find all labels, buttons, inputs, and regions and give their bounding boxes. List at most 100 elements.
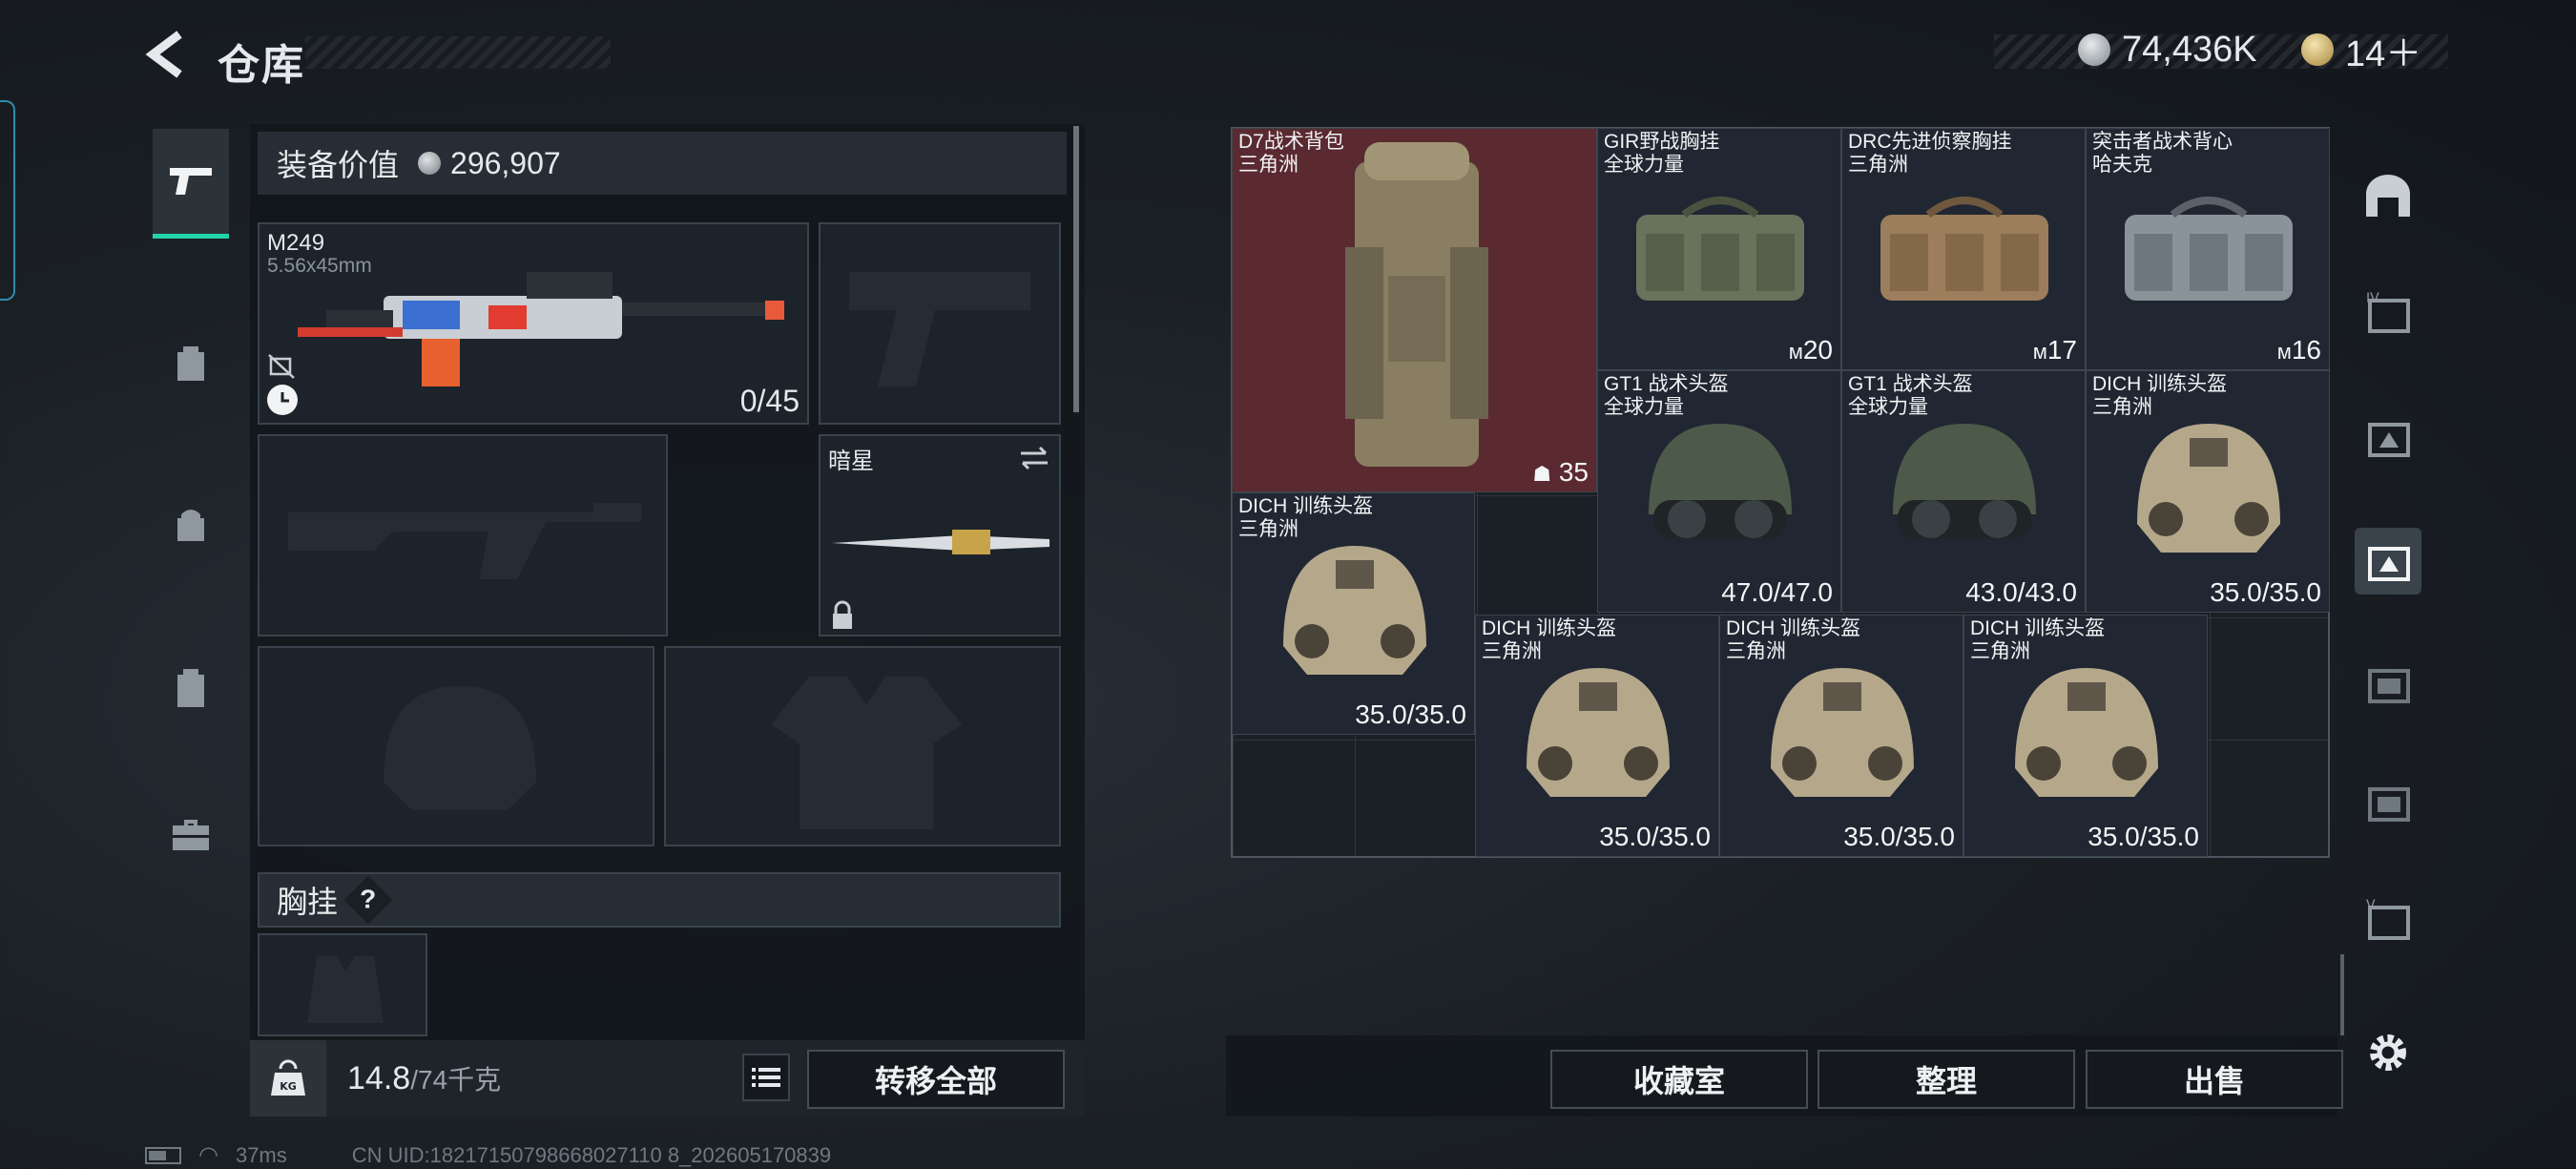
grid-item-helmet-dich[interactable]: DICH 训练头盔 三角洲 35.0/35.0 xyxy=(1475,615,1719,857)
chest-rig-label: 胸挂 xyxy=(277,885,339,919)
primary-weapon-slot[interactable]: M249 5.56x45mm 0/45 xyxy=(258,222,809,425)
rig-icon: ᴍ xyxy=(2032,340,2047,364)
person-icon: ☗ xyxy=(1532,462,1552,486)
helmet-image xyxy=(1649,424,1792,538)
tab-stash-extra[interactable] xyxy=(2355,768,2421,835)
stash-page-4-icon: IV xyxy=(2366,291,2410,333)
help-icon[interactable]: ? xyxy=(343,875,393,925)
weight-current: 14.8 xyxy=(347,1060,411,1096)
item-value: ☗ 35 xyxy=(1532,457,1589,487)
pistol-icon xyxy=(170,168,212,195)
armor-silhouette-icon xyxy=(771,677,962,829)
lock-icon xyxy=(833,600,852,629)
weapon-ammo: 0/45 xyxy=(739,384,800,418)
no-scope-icon xyxy=(267,353,296,385)
helmet-image xyxy=(2137,424,2280,553)
helmet-image xyxy=(1283,546,1426,675)
grid-item-helmet-dich[interactable]: DICH 训练头盔 三角洲 35.0/35.0 xyxy=(1963,615,2208,857)
silver-coin-icon xyxy=(2078,33,2110,66)
collection-room-button[interactable]: 收藏室 xyxy=(1550,1050,1808,1109)
item-durability: 35.0/35.0 xyxy=(1843,822,1955,851)
tab-stash-4[interactable]: IV xyxy=(2355,280,2421,346)
rig-silhouette-icon xyxy=(307,956,384,1023)
rig-image xyxy=(1636,197,1804,301)
wifi-icon: ◠ xyxy=(198,1142,218,1168)
svg-text:V: V xyxy=(2366,898,2376,913)
stash-page-5-icon: V xyxy=(2366,898,2410,940)
equipment-value-label: 装备价值 xyxy=(277,148,400,182)
settings-button[interactable] xyxy=(2364,1029,2412,1076)
grid-item-helmet-dich[interactable]: DICH 训练头盔 三角洲 35.0/35.0 xyxy=(2086,370,2330,613)
weight-kg-icon: KG xyxy=(250,1040,326,1117)
item-durability: 35.0/35.0 xyxy=(2210,577,2321,607)
equipment-value-header: 装备价值 296,907 xyxy=(258,132,1067,195)
tab-stash-2[interactable] xyxy=(2355,528,2421,595)
item-durability: 43.0/43.0 xyxy=(1965,577,2077,607)
tab-stash-3[interactable] xyxy=(2355,404,2421,470)
chest-rig-slot[interactable] xyxy=(258,933,427,1036)
equipment-value: 296,907 xyxy=(450,145,561,180)
tab-stash-all[interactable] xyxy=(2355,163,2421,230)
stash-icon xyxy=(2366,175,2410,217)
armor-slot[interactable] xyxy=(664,646,1061,846)
list-view-button[interactable] xyxy=(742,1054,790,1101)
melee-name: 暗星 xyxy=(828,449,874,474)
rig-icon: ᴍ xyxy=(1788,340,1803,364)
sort-button[interactable]: 整理 xyxy=(1818,1050,2075,1109)
grid-item-helmet-dich[interactable]: DICH 训练头盔 三角洲 35.0/35.0 xyxy=(1232,492,1475,735)
tab-stash-5[interactable]: V xyxy=(2355,887,2421,953)
bag-icon xyxy=(177,510,204,541)
grid-item-backpack[interactable]: D7战术背包 三角洲 ☗ 35 xyxy=(1232,128,1597,492)
grid-item-helmet-gt1[interactable]: GT1 战术头盔 全球力量 43.0/43.0 xyxy=(1841,370,2086,613)
pistol-slot[interactable] xyxy=(819,222,1061,425)
secondary-weapon-slot[interactable] xyxy=(258,434,668,637)
silver-amount: 74,436K xyxy=(2122,29,2257,70)
backpack-image xyxy=(1345,142,1488,467)
stash-page-extra-icon xyxy=(2368,787,2410,822)
gold-amount: 14＋ xyxy=(2345,33,2422,74)
item-name: GIR野战胸挂 全球力量 xyxy=(1604,131,1720,176)
briefcase-icon xyxy=(173,820,209,850)
tab-vest[interactable] xyxy=(153,635,229,740)
sell-button[interactable]: 出售 xyxy=(2086,1050,2343,1109)
gold-coin-icon xyxy=(2301,33,2334,66)
grid-item-rig-assault[interactable]: 突击者战术背心 哈夫克 ᴍ16 xyxy=(2086,128,2330,370)
ping-text: 37ms xyxy=(235,1142,287,1167)
back-button[interactable] xyxy=(143,29,191,80)
status-bar: ◠ 37ms CN UID:18217150798668027110 8_202… xyxy=(145,1141,831,1169)
inventory-tabs xyxy=(143,115,239,1050)
item-name: D7战术背包 三角洲 xyxy=(1238,131,1344,176)
grid-item-rig-drc[interactable]: DRC先进侦察胸挂 三角洲 ᴍ17 xyxy=(1841,128,2086,370)
grid-item-helmet-dich[interactable]: DICH 训练头盔 三角洲 35.0/35.0 xyxy=(1719,615,1963,857)
helmet-image xyxy=(2015,668,2158,797)
item-value: ᴍ17 xyxy=(2032,335,2077,365)
item-value: ᴍ20 xyxy=(1788,335,1833,365)
helmet-silhouette-icon xyxy=(384,686,536,810)
page-title: 仓库 xyxy=(218,42,305,89)
item-name: DRC先进侦察胸挂 三角洲 xyxy=(1848,131,2012,176)
gold-currency[interactable]: 14＋ xyxy=(2301,29,2421,74)
tab-case[interactable] xyxy=(153,783,229,887)
pistol-silhouette-icon xyxy=(849,272,1030,386)
stash-page-tabs: IV V xyxy=(2340,127,2431,1005)
tab-weapons[interactable] xyxy=(153,129,229,239)
tab-backpack[interactable] xyxy=(153,310,229,415)
melee-slot[interactable]: 暗星 xyxy=(819,434,1061,637)
silver-currency[interactable]: 74,436K xyxy=(2078,29,2257,71)
swap-icon[interactable] xyxy=(1017,444,1051,472)
stash-page-3-icon xyxy=(2368,423,2410,457)
list-icon xyxy=(752,1068,780,1087)
gear-icon xyxy=(2370,1034,2406,1071)
tab-stash-1[interactable] xyxy=(2355,650,2421,717)
m249-weapon-image xyxy=(298,272,784,386)
helmet-slot[interactable] xyxy=(258,646,654,846)
item-name: 突击者战术背心 哈夫克 xyxy=(2092,131,2233,176)
grid-item-rig-gir[interactable]: GIR野战胸挂 全球力量 ᴍ20 xyxy=(1597,128,1841,370)
transfer-all-button[interactable]: 转移全部 xyxy=(807,1050,1065,1109)
tabs-scrollbar[interactable] xyxy=(2340,954,2344,1035)
equipment-scrollbar[interactable] xyxy=(1073,126,1079,412)
grid-item-helmet-gt1[interactable]: GT1 战术头盔 全球力量 47.0/47.0 xyxy=(1597,370,1841,613)
side-drawer-handle[interactable] xyxy=(0,100,15,301)
tab-bag[interactable] xyxy=(153,472,229,577)
rifle-silhouette-icon xyxy=(288,503,641,579)
